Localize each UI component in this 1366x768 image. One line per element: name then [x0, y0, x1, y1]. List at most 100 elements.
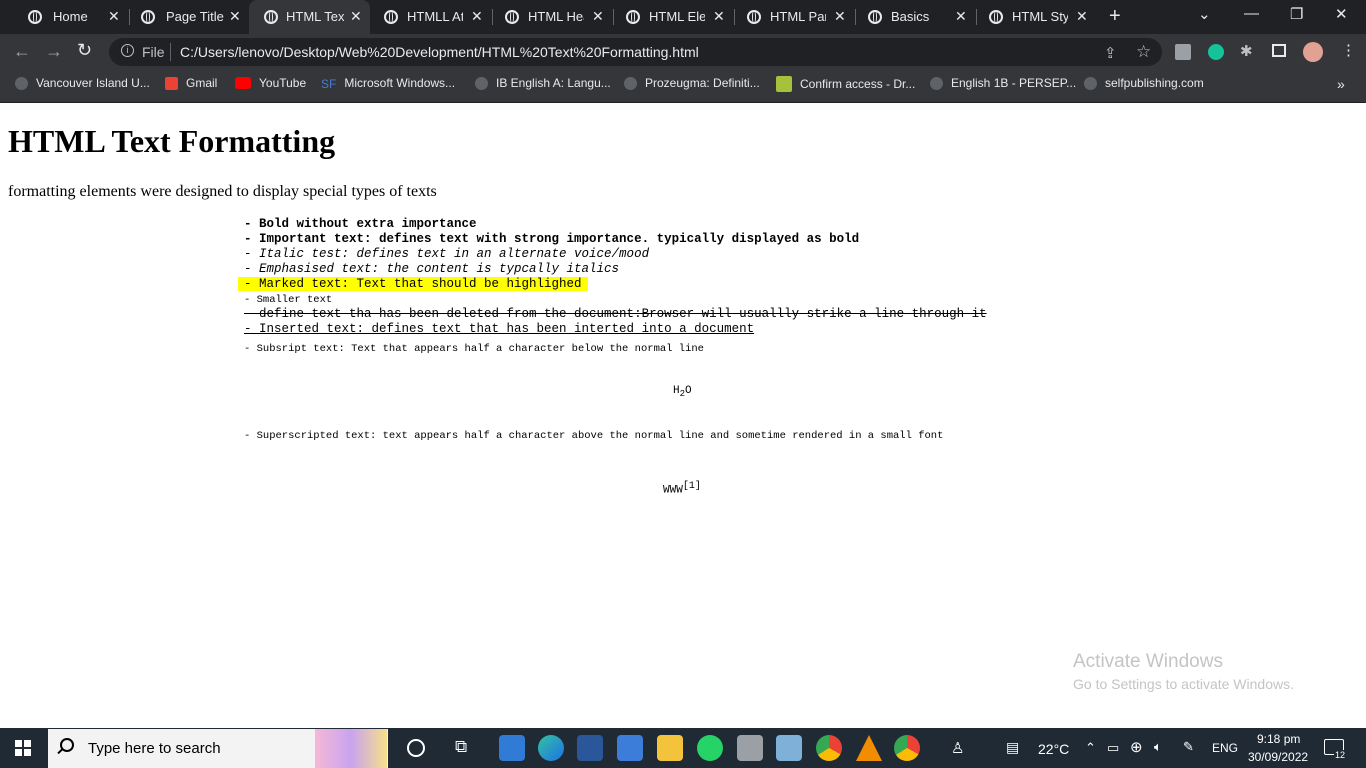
bookmarks-overflow-icon[interactable]: »	[1337, 76, 1345, 92]
windows-start-icon[interactable]	[15, 740, 31, 756]
tab-label: HTML Hea	[528, 9, 584, 24]
search-icon	[60, 738, 74, 752]
close-icon[interactable]: ✕	[350, 8, 362, 25]
globe-icon	[264, 10, 278, 24]
bookmark-star-icon[interactable]: ☆	[1136, 42, 1151, 62]
media-app-icon[interactable]	[737, 735, 763, 761]
tab-html-para[interactable]: HTML Para ✕	[727, 0, 847, 34]
sup-base: WWW	[663, 484, 683, 497]
close-icon[interactable]: ✕	[229, 8, 241, 25]
new-tab-button[interactable]: +	[1109, 5, 1121, 28]
bookmark-label: IB English A: Langu...	[496, 76, 611, 90]
tray-chevron-icon[interactable]: ⌃	[1085, 740, 1096, 756]
close-icon[interactable]: ✕	[471, 8, 483, 25]
store-icon[interactable]	[499, 735, 525, 761]
info-icon[interactable]: i	[121, 44, 134, 57]
subscript-line: - Subsript text: Text that appears half …	[244, 343, 704, 355]
people-icon[interactable]: ♙	[951, 739, 964, 757]
close-icon[interactable]: ✕	[834, 8, 846, 25]
folder-app-icon[interactable]	[776, 735, 802, 761]
favicon-icon	[930, 76, 943, 90]
tab-label: HTML Text	[286, 9, 344, 24]
reload-icon[interactable]: ↻	[77, 40, 92, 61]
pen-icon[interactable]: ✎	[1183, 739, 1194, 755]
avatar[interactable]	[1303, 42, 1323, 62]
tab-htmll-att[interactable]: HTMLL Att ✕	[364, 0, 484, 34]
bookmark-label: Confirm access - Dr...	[800, 77, 916, 91]
bookmark-label: English 1B - PERSEP...	[951, 76, 1077, 90]
close-icon[interactable]: ✕	[955, 8, 967, 25]
bookmark-microsoft[interactable]: SF Microsoft Windows...	[321, 76, 456, 91]
bookmark-ib-english[interactable]: IB English A: Langu...	[475, 76, 611, 90]
bookmark-label: Microsoft Windows...	[344, 76, 456, 90]
emphasis-line: - Emphasised text: the content is typcal…	[244, 262, 620, 276]
whatsapp-icon[interactable]	[697, 735, 723, 761]
word-icon[interactable]	[577, 735, 603, 761]
edge-icon[interactable]	[538, 735, 564, 761]
pdf-extension-icon[interactable]	[1175, 44, 1191, 60]
close-icon[interactable]: ✕	[592, 8, 604, 25]
tab-strip: Home ✕ Page Title ✕ HTML Text ✕ HTMLL At…	[0, 0, 1366, 34]
mail-icon[interactable]	[617, 735, 643, 761]
bookmark-vancouver[interactable]: Vancouver Island U...	[15, 76, 150, 90]
tab-home[interactable]: Home ✕	[8, 0, 130, 34]
marked-line: - Marked text: Text that should be highl…	[238, 277, 588, 292]
tab-html-elen[interactable]: HTML Elen ✕	[606, 0, 726, 34]
bookmark-english-1b[interactable]: English 1B - PERSEP...	[930, 76, 1076, 90]
tab-search-icon[interactable]: ⌄	[1198, 5, 1211, 23]
globe-icon	[384, 10, 398, 24]
tab-html-hea[interactable]: HTML Hea ✕	[485, 0, 605, 34]
chrome-profile-icon[interactable]	[816, 735, 842, 761]
tab-html-text[interactable]: HTML Text ✕	[249, 0, 370, 34]
bookmark-confirm-access[interactable]: Confirm access - Dr...	[776, 76, 915, 92]
close-icon[interactable]: ✕	[1076, 8, 1088, 25]
scheme-label: File	[142, 44, 165, 60]
forward-icon[interactable]: →	[45, 41, 63, 62]
side-panel-icon[interactable]	[1272, 44, 1286, 57]
bookmark-gmail[interactable]: Gmail	[165, 76, 217, 90]
bookmark-prozeugma[interactable]: Prozeugma: Definiti...	[624, 76, 760, 90]
volume-icon[interactable]: 🔈︎	[1154, 739, 1162, 755]
url-text[interactable]: C:/Users/lenovo/Desktop/Web%20Developmen…	[180, 44, 699, 60]
weather-icon: ▤	[1006, 739, 1020, 755]
tab-html-style[interactable]: HTML Style ✕	[969, 0, 1097, 34]
bookmark-label: Prozeugma: Definiti...	[645, 76, 760, 90]
italic-line: - Italic test: defines text in an altern…	[244, 247, 650, 261]
close-icon[interactable]: ✕	[108, 8, 120, 25]
network-icon[interactable]: ⊕	[1130, 738, 1143, 756]
weather-temp[interactable]: 22°C	[1038, 741, 1069, 757]
bold-line: - Bold without extra importance	[244, 217, 477, 231]
sup-ref: [1]	[682, 481, 701, 492]
menu-icon[interactable]: ⋮	[1341, 41, 1356, 59]
globe-icon	[989, 10, 1003, 24]
minimize-icon[interactable]: —	[1244, 5, 1259, 22]
file-explorer-icon[interactable]	[657, 735, 683, 761]
extensions-icon[interactable]: ✱	[1240, 42, 1253, 60]
close-window-icon[interactable]: ✕	[1335, 5, 1348, 23]
close-icon[interactable]: ✕	[713, 8, 725, 25]
sf-icon: SF	[321, 76, 337, 91]
grammarly-icon[interactable]	[1208, 44, 1224, 60]
language-indicator[interactable]: ENG	[1212, 741, 1238, 755]
activate-windows-title: Activate Windows	[1073, 651, 1223, 672]
favicon-icon	[15, 76, 28, 90]
youtube-icon	[235, 77, 251, 89]
tab-basics[interactable]: Basics ✕	[848, 0, 976, 34]
search-placeholder[interactable]: Type here to search	[88, 740, 221, 757]
tab-label: Basics	[891, 9, 930, 24]
restore-icon[interactable]: ❐	[1290, 5, 1303, 23]
bookmark-youtube[interactable]: YouTube	[235, 76, 306, 90]
task-view-icon[interactable]: ⧉	[455, 737, 467, 757]
inserted-text: - Inserted text: defines text that has b…	[244, 322, 755, 336]
globe-icon	[141, 10, 155, 24]
clock-time[interactable]: 9:18 pm	[1257, 732, 1300, 746]
tab-page-title[interactable]: Page Title ✕	[121, 0, 249, 34]
cortana-icon[interactable]	[407, 739, 425, 757]
clock-date[interactable]: 30/09/2022	[1248, 750, 1308, 764]
back-icon[interactable]: ←	[13, 41, 31, 62]
superscript-example: WWW[1]	[663, 481, 701, 497]
battery-icon[interactable]: ▭	[1107, 740, 1119, 756]
chrome-icon[interactable]	[894, 735, 920, 761]
share-icon[interactable]: ⇪	[1104, 44, 1117, 62]
bookmark-selfpublishing[interactable]: selfpublishing.com	[1084, 76, 1204, 90]
